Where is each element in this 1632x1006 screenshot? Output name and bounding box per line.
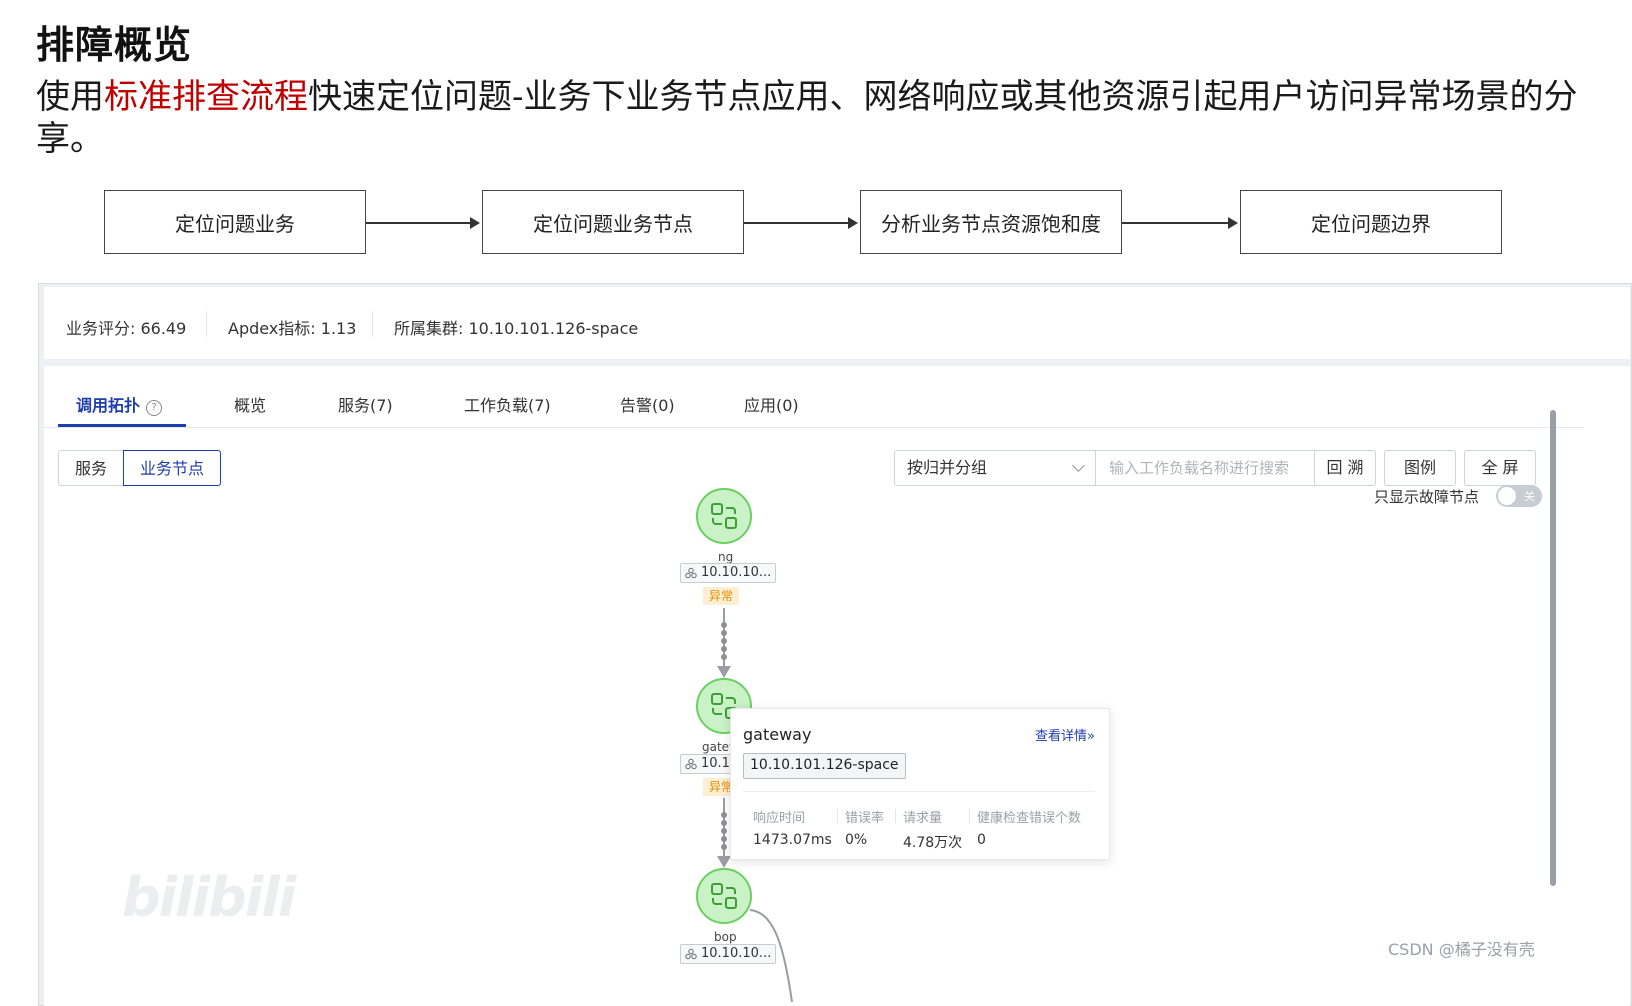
- business-score: 业务评分: 66.49: [66, 319, 187, 338]
- tooltip-cluster-chip: 10.10.101.126-space: [743, 753, 906, 779]
- metric-divider: [969, 809, 970, 823]
- apdex-index: Apdex指标: 1.13: [228, 319, 357, 338]
- metric-label: 响应时间: [753, 811, 806, 826]
- intro-text: 使用标准排查流程快速定位问题-业务下业务节点应用、网络响应或其他资源引起用户访问…: [36, 76, 1596, 160]
- toggle-knob: [1498, 487, 1516, 505]
- cluster-icon: [685, 948, 697, 960]
- view-service-button[interactable]: 服务: [58, 450, 124, 486]
- workload-search: [1095, 450, 1341, 486]
- tab-label: 调用拓扑: [76, 396, 141, 415]
- tab-applications[interactable]: 应用(0): [744, 392, 799, 416]
- trace-back-button[interactable]: 回 溯: [1314, 450, 1376, 486]
- node-ip: 10.10.10...: [701, 565, 772, 580]
- toggle-state-text: 关: [1524, 490, 1535, 503]
- metric-label: 错误率: [845, 811, 885, 826]
- topology-node-ng[interactable]: [696, 488, 752, 544]
- abnormal-badge: 异常: [703, 587, 740, 605]
- metric-label: 请求量: [903, 811, 943, 826]
- edge-arrowhead: [717, 666, 731, 678]
- cluster-icon: [685, 567, 697, 579]
- tooltip-node-name: gateway: [743, 725, 812, 744]
- tab-alerts[interactable]: 告警(0): [620, 392, 675, 416]
- tab-workloads[interactable]: 工作负载(7): [464, 392, 551, 416]
- tab-services[interactable]: 服务(7): [338, 392, 393, 416]
- legend-button[interactable]: 图例: [1384, 450, 1456, 486]
- node-name: ng: [718, 550, 734, 564]
- metric-request-count: 请求量 4.78万次: [895, 807, 963, 852]
- tab-call-topology[interactable]: 调用拓扑?: [76, 392, 163, 416]
- flow-step-2: 定位问题业务节点: [482, 190, 744, 254]
- metric-value: 1473.07ms: [753, 832, 832, 848]
- cluster-info: 所属集群: 10.10.101.126-space: [394, 319, 639, 338]
- chevron-down-icon: [1072, 459, 1085, 472]
- outgoing-edge: [749, 909, 793, 1003]
- csdn-watermark: CSDN @橘子没有壳: [1388, 940, 1535, 959]
- node-ip-chip: 10.10.10...: [680, 563, 777, 583]
- tab-overview[interactable]: 概览: [234, 392, 266, 416]
- page-title: 排障概览: [36, 23, 193, 67]
- flow-step-1: 定位问题业务: [104, 190, 366, 254]
- metric-response-time: 响应时间 1473.07ms: [753, 807, 832, 848]
- app-node-icon: [711, 883, 737, 909]
- view-business-node-button[interactable]: 业务节点: [123, 450, 222, 486]
- summary-divider: [372, 311, 373, 337]
- flow-arrow-2: [744, 217, 858, 229]
- metric-divider: [837, 809, 838, 823]
- group-by-select[interactable]: 按归并分组: [894, 450, 1096, 486]
- summary-divider: [206, 311, 207, 337]
- edge-arrowhead: [717, 856, 731, 868]
- view-details-link[interactable]: 查看详情»: [1035, 725, 1095, 744]
- metric-divider: [895, 809, 896, 823]
- tooltip-divider: [743, 791, 1095, 792]
- metric-error-rate: 错误率 0%: [837, 807, 885, 848]
- flow-step-3: 分析业务节点资源饱和度: [860, 190, 1122, 254]
- cluster-icon: [685, 758, 697, 770]
- fault-only-toggle[interactable]: 关: [1496, 485, 1542, 507]
- metric-label: 健康检查错误个数: [977, 811, 1082, 826]
- business-summary-bar: 业务评分: 66.49 Apdex指标: 1.13 所属集群: 10.10.10…: [44, 287, 1630, 359]
- fullscreen-button[interactable]: 全 屏: [1464, 450, 1536, 486]
- view-switch: 服务 业务节点: [58, 450, 222, 486]
- app-node-icon: [711, 503, 737, 529]
- metric-health-check-errors: 健康检查错误个数 0: [969, 807, 1082, 848]
- fault-only-label: 只显示故障节点: [1374, 488, 1480, 506]
- help-icon[interactable]: ?: [146, 400, 163, 416]
- traffic-dots: [721, 812, 727, 852]
- tab-divider: [44, 427, 1584, 428]
- metric-value: 0: [977, 832, 986, 848]
- node-name: bop: [714, 930, 737, 944]
- group-by-value: 按归并分组: [907, 458, 988, 477]
- bilibili-watermark: bilibili: [122, 866, 296, 929]
- node-tooltip: gateway 查看详情» 10.10.101.126-space 响应时间 1…: [730, 708, 1110, 860]
- vertical-scrollbar[interactable]: [1550, 410, 1556, 886]
- intro-highlight: 标准排查流程: [104, 77, 308, 117]
- intro-before: 使用: [36, 77, 104, 117]
- metric-value: 4.78万次: [903, 835, 963, 851]
- traffic-dots: [721, 622, 727, 662]
- flow-arrow-1: [366, 217, 480, 229]
- search-input[interactable]: [1107, 451, 1311, 485]
- metric-value: 0%: [845, 832, 868, 848]
- flow-step-4: 定位问题边界: [1240, 190, 1502, 254]
- flow-arrow-3: [1122, 217, 1238, 229]
